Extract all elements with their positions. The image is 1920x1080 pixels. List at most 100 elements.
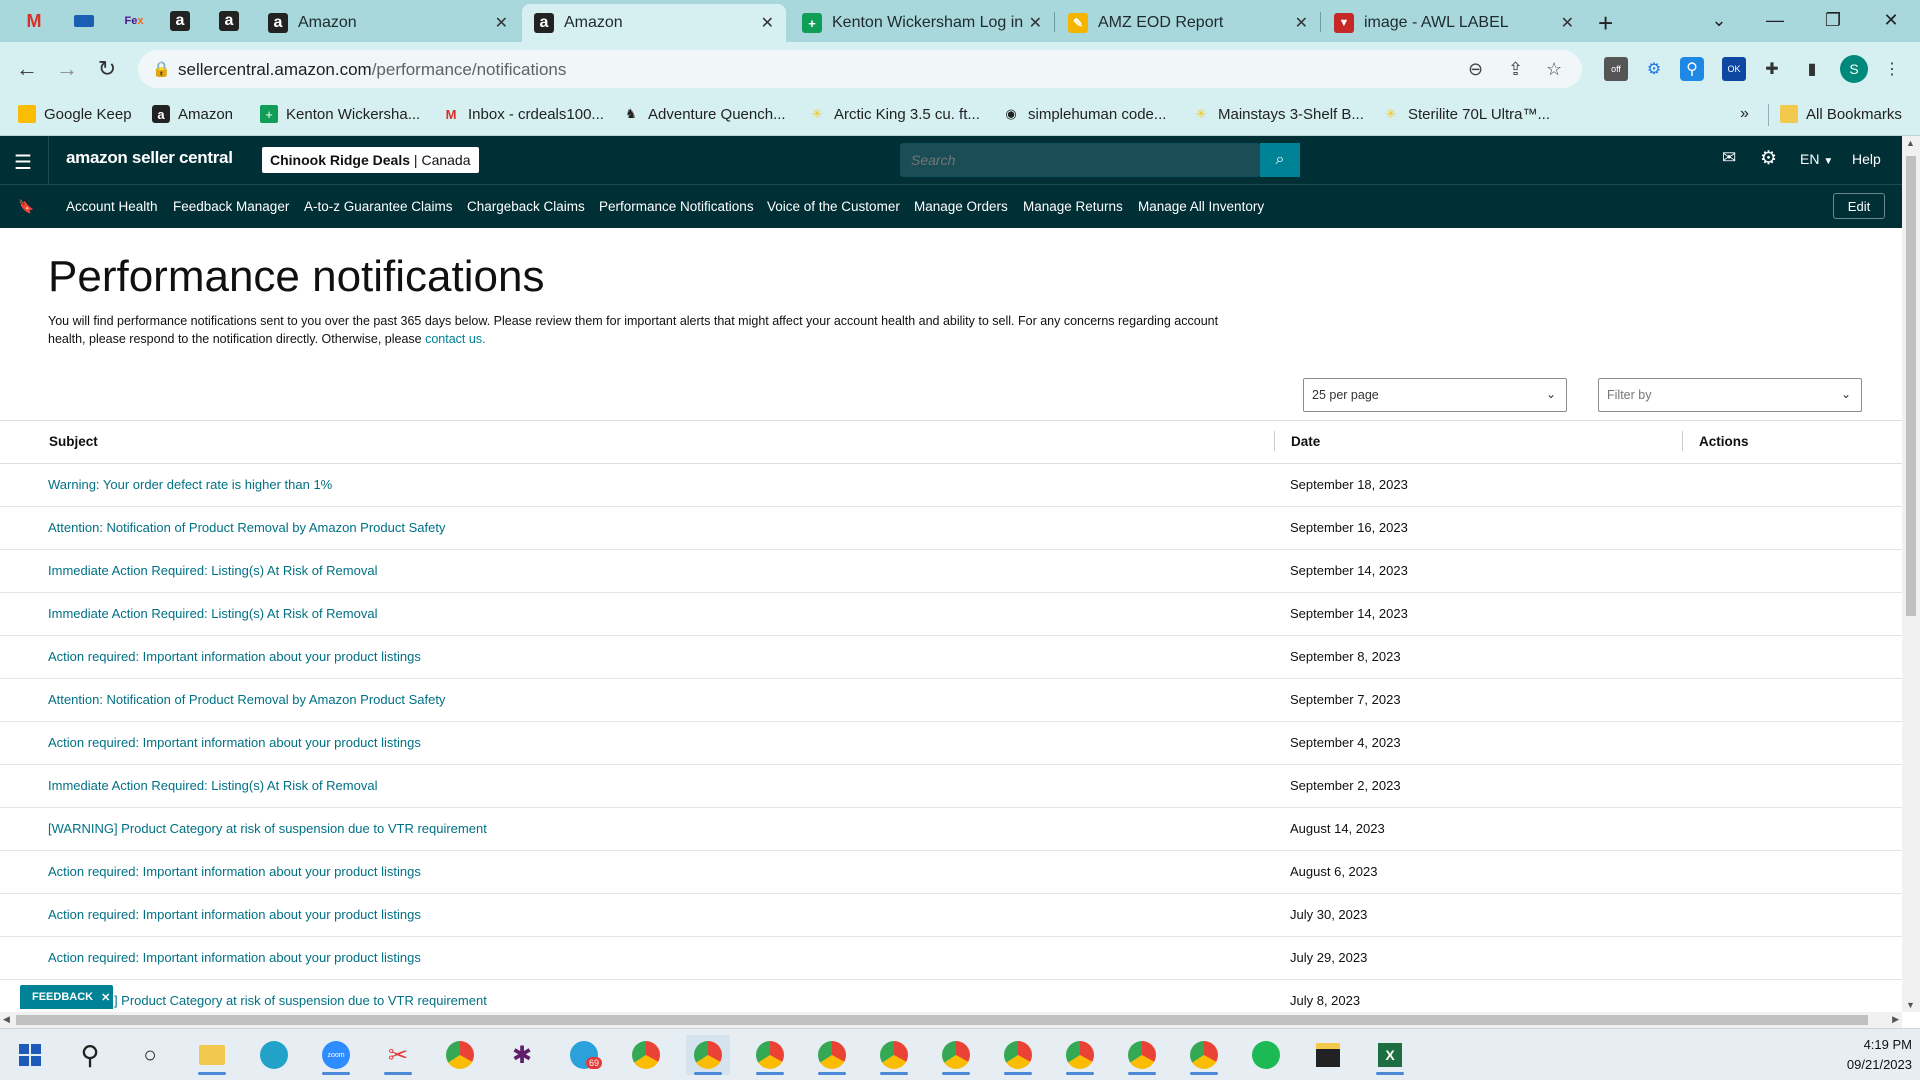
notification-subject-link[interactable]: Immediate Action Required: Listing(s) At… bbox=[48, 606, 377, 621]
snipping-tool-icon[interactable]: ✂ bbox=[376, 1035, 420, 1075]
chrome-profile-icon[interactable] bbox=[810, 1035, 854, 1075]
mail-icon[interactable]: ✉ bbox=[1722, 148, 1736, 168]
bookmark-pin-icon[interactable]: 🔖 bbox=[18, 199, 34, 215]
close-icon[interactable]: ✕ bbox=[1295, 13, 1308, 33]
settings-gear-icon[interactable]: ⚙ bbox=[1760, 147, 1777, 170]
forward-button[interactable]: → bbox=[52, 54, 82, 84]
share-icon[interactable]: ⇪ bbox=[1508, 59, 1523, 80]
chrome-profile-icon[interactable] bbox=[624, 1035, 668, 1075]
bookmark-kenton[interactable]: + Kenton Wickersha... bbox=[260, 105, 420, 123]
scroll-left-icon[interactable]: ◀ bbox=[3, 1014, 10, 1025]
extension-link-icon[interactable]: ⚲ bbox=[1680, 57, 1704, 81]
bookmark-star-icon[interactable]: ☆ bbox=[1546, 59, 1562, 80]
notification-subject-link[interactable]: Warning: Your order defect rate is highe… bbox=[48, 477, 332, 492]
notification-subject-link[interactable]: [WARNING] Product Category at risk of su… bbox=[48, 993, 487, 1008]
scroll-right-icon[interactable]: ▶ bbox=[1892, 1014, 1899, 1025]
pinned-tab-gmail[interactable]: M bbox=[16, 6, 52, 36]
search-input[interactable] bbox=[901, 144, 1261, 176]
horizontal-scroll-thumb[interactable] bbox=[16, 1015, 1868, 1025]
chrome-profile-icon[interactable] bbox=[1120, 1035, 1164, 1075]
vertical-scrollbar[interactable]: ▲ ▼ bbox=[1902, 136, 1920, 1012]
nav-voice-of-customer[interactable]: Voice of the Customer bbox=[767, 199, 900, 214]
chrome-profile-icon[interactable] bbox=[872, 1035, 916, 1075]
nav-account-health[interactable]: Account Health bbox=[66, 199, 158, 214]
extension-gear-icon[interactable]: ⚙ bbox=[1642, 57, 1666, 81]
close-icon[interactable]: ✕ bbox=[1561, 13, 1574, 33]
feedback-button[interactable]: FEEDBACK ✕ bbox=[20, 985, 113, 1009]
contact-us-link[interactable]: contact us. bbox=[425, 332, 485, 346]
pinned-tab-amazon-2[interactable]: a bbox=[211, 6, 247, 36]
bookmark-mainstays[interactable]: ✳ Mainstays 3-Shelf B... bbox=[1192, 105, 1364, 123]
task-view-icon[interactable]: ○ bbox=[128, 1035, 172, 1075]
filter-select[interactable]: Filter by ⌄ bbox=[1598, 378, 1862, 412]
close-icon[interactable]: ✕ bbox=[761, 13, 774, 33]
extensions-puzzle-icon[interactable]: ✚ bbox=[1760, 57, 1784, 81]
zoom-icon[interactable]: ⊖ bbox=[1468, 59, 1483, 80]
seller-central-logo[interactable]: amazon seller central bbox=[66, 148, 233, 168]
pinned-tab-fedex[interactable]: Fex bbox=[116, 6, 152, 36]
chrome-profile-icon[interactable] bbox=[1058, 1035, 1102, 1075]
restore-button[interactable]: ❐ bbox=[1810, 0, 1856, 40]
excel-icon[interactable]: X bbox=[1368, 1035, 1412, 1075]
pinned-tab-2[interactable] bbox=[66, 6, 102, 36]
column-date[interactable]: Date bbox=[1291, 434, 1320, 449]
close-icon[interactable]: ✕ bbox=[495, 13, 508, 33]
notification-subject-link[interactable]: Immediate Action Required: Listing(s) At… bbox=[48, 563, 377, 578]
help-link[interactable]: Help bbox=[1852, 151, 1881, 167]
bookmarks-overflow-icon[interactable]: » bbox=[1740, 105, 1749, 123]
notification-subject-link[interactable]: Action required: Important information a… bbox=[48, 907, 421, 922]
slack-icon[interactable]: ✱ bbox=[500, 1035, 544, 1075]
scroll-down-icon[interactable]: ▼ bbox=[1906, 1000, 1915, 1010]
notification-subject-link[interactable]: Immediate Action Required: Listing(s) At… bbox=[48, 778, 377, 793]
side-panel-icon[interactable]: ▮ bbox=[1800, 57, 1824, 81]
close-window-button[interactable]: ✕ bbox=[1868, 0, 1914, 40]
nav-performance-notifications[interactable]: Performance Notifications bbox=[599, 199, 754, 214]
hamburger-menu-icon[interactable]: ☰ bbox=[14, 150, 32, 175]
notification-subject-link[interactable]: Action required: Important information a… bbox=[48, 649, 421, 664]
edit-nav-button[interactable]: Edit bbox=[1833, 193, 1885, 219]
chrome-icon[interactable] bbox=[438, 1035, 482, 1075]
store-switcher[interactable]: Chinook Ridge Deals | Canada bbox=[262, 147, 479, 173]
notification-subject-link[interactable]: Action required: Important information a… bbox=[48, 950, 421, 965]
tab-amazon-1[interactable]: a Amazon ✕ bbox=[256, 4, 520, 42]
back-button[interactable]: ← bbox=[12, 54, 42, 84]
pinned-tab-amazon-1[interactable]: a bbox=[162, 6, 198, 36]
chrome-profile-icon[interactable] bbox=[748, 1035, 792, 1075]
tab-amazon-active[interactable]: a Amazon ✕ bbox=[522, 4, 786, 42]
bookmark-sterilite[interactable]: ✳ Sterilite 70L Ultra™... bbox=[1382, 105, 1550, 123]
vertical-scroll-thumb[interactable] bbox=[1906, 156, 1916, 616]
chrome-profile-icon[interactable] bbox=[686, 1035, 730, 1075]
bookmark-arctic-king[interactable]: ✳ Arctic King 3.5 cu. ft... bbox=[808, 105, 980, 123]
chrome-profile-icon[interactable] bbox=[934, 1035, 978, 1075]
sticky-notes-icon[interactable] bbox=[1306, 1035, 1350, 1075]
bookmark-simplehuman[interactable]: ◉ simplehuman code... bbox=[1002, 105, 1166, 123]
menu-kebab-icon[interactable]: ⋮ bbox=[1880, 57, 1904, 81]
address-bar[interactable]: 🔒 sellercentral.amazon.com/performance/n… bbox=[138, 50, 1582, 88]
search-icon[interactable]: ⚲ bbox=[68, 1035, 112, 1075]
zoom-icon[interactable]: zoom bbox=[314, 1035, 358, 1075]
scroll-up-icon[interactable]: ▲ bbox=[1906, 138, 1915, 148]
horizontal-scrollbar[interactable]: ◀ ▶ bbox=[0, 1012, 1902, 1028]
bookmark-inbox[interactable]: M Inbox - crdeals100... bbox=[442, 105, 604, 123]
nav-feedback-manager[interactable]: Feedback Manager bbox=[173, 199, 289, 214]
file-explorer-icon[interactable] bbox=[190, 1035, 234, 1075]
tab-search-icon[interactable]: ⌄ bbox=[1696, 0, 1742, 40]
nav-manage-returns[interactable]: Manage Returns bbox=[1023, 199, 1123, 214]
close-icon[interactable]: ✕ bbox=[101, 991, 110, 1004]
notification-subject-link[interactable]: Attention: Notification of Product Remov… bbox=[48, 692, 445, 707]
extension-off-icon[interactable]: off bbox=[1604, 57, 1628, 81]
all-bookmarks[interactable]: All Bookmarks bbox=[1780, 105, 1902, 123]
minimize-button[interactable]: — bbox=[1752, 0, 1798, 40]
spotify-icon[interactable] bbox=[1244, 1035, 1288, 1075]
windows-start-icon[interactable] bbox=[8, 1035, 52, 1075]
extension-ok-icon[interactable]: OK bbox=[1722, 57, 1746, 81]
tab-amz-eod[interactable]: ✎ AMZ EOD Report ✕ bbox=[1056, 4, 1320, 42]
bookmark-adventure[interactable]: ♞ Adventure Quench... bbox=[622, 105, 785, 123]
chrome-profile-icon[interactable] bbox=[996, 1035, 1040, 1075]
language-selector[interactable]: EN ▼ bbox=[1800, 151, 1833, 167]
tab-awl-label[interactable]: ▼ image - AWL LABEL ✕ bbox=[1322, 4, 1586, 42]
nav-a-to-z-claims[interactable]: A-to-z Guarantee Claims bbox=[304, 199, 453, 214]
bookmark-google-keep[interactable]: Google Keep bbox=[18, 105, 132, 123]
nav-manage-inventory[interactable]: Manage All Inventory bbox=[1138, 199, 1264, 214]
nav-chargeback-claims[interactable]: Chargeback Claims bbox=[467, 199, 585, 214]
